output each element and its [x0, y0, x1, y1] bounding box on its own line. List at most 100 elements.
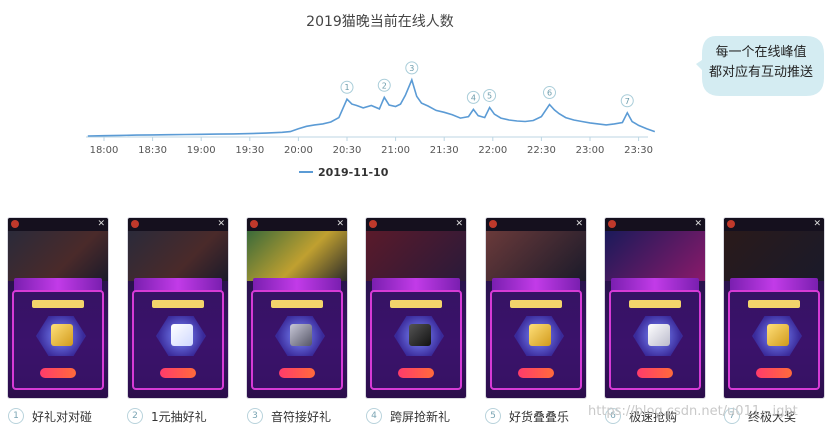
peak-marker-6: 6 — [543, 86, 556, 100]
chart: 2019猫晚当前在线人数 18:00 18:30 19:00 19:30 20:00 20… — [86, 13, 656, 179]
video-area — [366, 231, 466, 281]
close-icon: ✕ — [694, 219, 702, 229]
video-area — [128, 231, 228, 281]
avatar — [250, 220, 258, 228]
peak-marker-label: 4 — [471, 93, 476, 102]
action-button — [279, 368, 315, 378]
video-area — [247, 231, 347, 281]
caption-number: 3 — [247, 408, 263, 424]
x-tick-label: 19:30 — [235, 145, 264, 156]
x-tick-label: 22:00 — [478, 145, 507, 156]
avatar — [608, 220, 616, 228]
caption-1: 1 好礼对对碰 — [8, 406, 92, 426]
prize-icon — [409, 324, 431, 346]
action-button — [160, 368, 196, 378]
callout-line-2: 都对应有互动推送 — [708, 65, 813, 80]
video-area — [8, 231, 108, 281]
activity-panel — [728, 290, 820, 390]
screenshot-gallery: ✕ ✕ ✕ ✕ ✕ ✕ ✕ — [8, 218, 828, 400]
prize-icon — [648, 324, 670, 346]
caption-text: 好货叠叠乐 — [509, 409, 570, 424]
close-icon: ✕ — [217, 219, 225, 229]
peak-marker-label: 1 — [344, 83, 349, 92]
caption-2: 2 1元抽好礼 — [127, 406, 207, 426]
video-area — [605, 231, 705, 281]
action-button — [637, 368, 673, 378]
peak-marker-label: 6 — [547, 89, 552, 98]
peak-marker-label: 5 — [487, 91, 492, 100]
callout-line-1: 每一个在线峰值 — [715, 45, 807, 60]
caption-text: 好礼对对碰 — [32, 409, 93, 424]
caption-number: 4 — [366, 408, 382, 424]
caption-3: 3 音符接好礼 — [247, 406, 331, 426]
activity-panel — [251, 290, 343, 390]
prize-icon — [171, 324, 193, 346]
caption-number: 2 — [127, 408, 143, 424]
peak-marker-1: 1 — [340, 80, 354, 94]
caption-text: 1元抽好礼 — [151, 409, 207, 424]
avatar — [727, 220, 735, 228]
activity-screenshot-5: ✕ — [486, 218, 586, 398]
activity-panel — [609, 290, 701, 390]
activity-panel — [12, 290, 104, 390]
close-icon: ✕ — [97, 219, 105, 229]
caption-number: 1 — [8, 408, 24, 424]
x-tick-label: 21:00 — [381, 145, 410, 156]
x-tick-label: 23:00 — [576, 145, 605, 156]
prize-icon — [767, 324, 789, 346]
peak-marker-4: 4 — [466, 90, 480, 104]
activity-panel — [490, 290, 582, 390]
activity-screenshot-1: ✕ — [8, 218, 108, 398]
peak-marker-label: 2 — [382, 81, 387, 90]
callout-text: 每一个在线峰值 都对应有互动推送 — [696, 43, 826, 83]
caption-text: 音符接好礼 — [271, 409, 332, 424]
close-icon: ✕ — [336, 219, 344, 229]
caption-number: 5 — [485, 408, 501, 424]
avatar — [131, 220, 139, 228]
prize-icon — [529, 324, 551, 346]
x-tick-label: 19:00 — [187, 145, 216, 156]
x-tick-label: 20:00 — [284, 145, 313, 156]
caption-text: 跨屏抢新礼 — [390, 409, 451, 424]
x-tick-label: 18:30 — [138, 145, 167, 156]
close-icon: ✕ — [455, 219, 463, 229]
avatar — [489, 220, 497, 228]
chart-title: 2019猫晚当前在线人数 — [306, 13, 454, 30]
video-area — [724, 231, 824, 281]
series-line-2019-11-10 — [87, 77, 656, 137]
action-button — [40, 368, 76, 378]
activity-screenshot-4: ✕ — [366, 218, 466, 398]
x-axis: 18:00 18:30 19:00 19:30 20:00 20:30 21:00 21:30… — [86, 136, 653, 156]
video-area — [486, 231, 586, 281]
activity-panel — [370, 290, 462, 390]
avatar — [369, 220, 377, 228]
peak-marker-3: 3 — [405, 61, 419, 75]
x-tick-label: 22:30 — [527, 145, 556, 156]
action-button — [756, 368, 792, 378]
action-button — [398, 368, 434, 378]
activity-screenshot-2: ✕ — [128, 218, 228, 398]
x-tick-label: 18:00 — [90, 145, 119, 156]
caption-5: 5 好货叠叠乐 — [485, 406, 569, 426]
peak-marker-5: 5 — [483, 88, 497, 102]
activity-screenshot-6: ✕ — [605, 218, 705, 398]
x-tick-label: 23:30 — [624, 145, 653, 156]
watermark: https://blog.csdn.net/u011...ight — [588, 404, 798, 419]
activity-screenshot-3: ✕ — [247, 218, 347, 398]
peak-marker-label: 7 — [625, 97, 630, 106]
prize-icon — [290, 324, 312, 346]
peak-marker-label: 3 — [409, 64, 414, 73]
avatar — [11, 220, 19, 228]
x-tick-label: 20:30 — [333, 145, 362, 156]
activity-screenshot-7: ✕ — [724, 218, 824, 398]
activity-panel — [132, 290, 224, 390]
legend: 2019-11-10 — [299, 166, 389, 179]
close-icon: ✕ — [575, 219, 583, 229]
caption-4: 4 跨屏抢新礼 — [366, 406, 450, 426]
legend-label: 2019-11-10 — [318, 166, 389, 179]
peak-markers: 1 2 3 4 5 6 7 — [340, 61, 634, 108]
x-tick-label: 21:30 — [430, 145, 459, 156]
peak-marker-7: 7 — [620, 94, 634, 108]
peak-marker-2: 2 — [377, 78, 391, 92]
action-button — [518, 368, 554, 378]
